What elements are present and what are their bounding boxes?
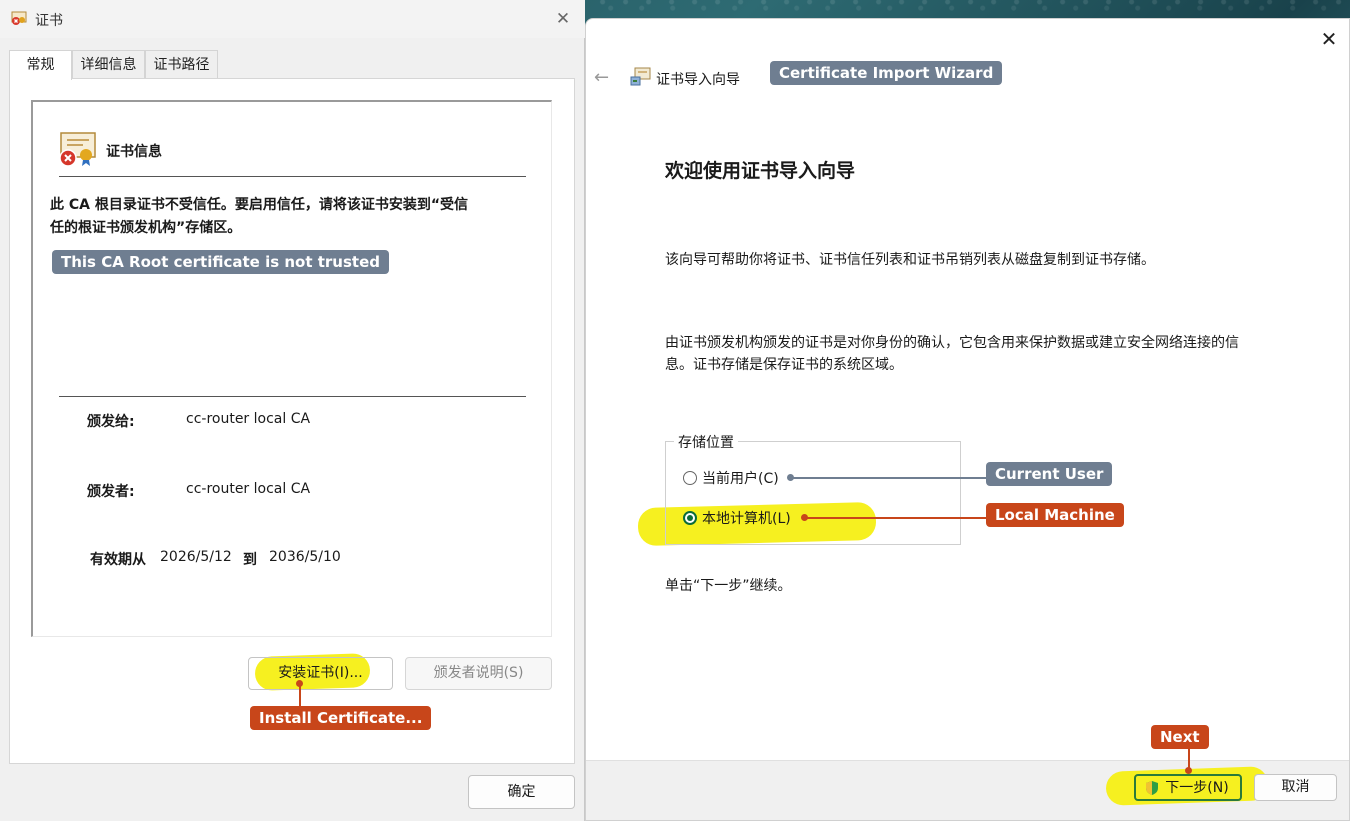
annotation-next: Next bbox=[1151, 725, 1209, 749]
issuer-statement-button[interactable]: 颁发者说明(S) bbox=[405, 657, 552, 690]
certificate-info-title: 证书信息 bbox=[106, 144, 162, 160]
issued-by-label: 颁发者: bbox=[87, 484, 135, 500]
continue-hint: 单击“下一步”继续。 bbox=[665, 578, 792, 594]
wizard-description-2-line-2: 息。证书存储是保存证书的系统区域。 bbox=[665, 357, 903, 373]
certificate-info-icon bbox=[59, 132, 96, 167]
ok-button[interactable]: 确定 bbox=[468, 775, 575, 809]
next-button-label: 下一步(N) bbox=[1165, 780, 1229, 796]
tab-certification-path[interactable]: 证书路径 bbox=[145, 50, 218, 79]
annotation-next-dot bbox=[1185, 767, 1192, 774]
certificate-info-box: 证书信息 此 CA 根目录证书不受信任。要启用信任，请将该证书安装到“受信 任的… bbox=[31, 100, 552, 637]
next-button[interactable]: 下一步(N) bbox=[1134, 774, 1242, 801]
wizard-footer: 下一步(N) 取消 bbox=[586, 760, 1349, 820]
certificate-dialog: 证书 ✕ 常规 详细信息 证书路径 证书信息 此 CA 根目录证书不受信任。要启… bbox=[0, 0, 585, 821]
certificate-warning-icon bbox=[11, 11, 27, 25]
close-icon[interactable]: ✕ bbox=[552, 8, 574, 30]
certificate-titlebar: 证书 ✕ bbox=[0, 0, 585, 38]
trust-warning-text: 此 CA 根目录证书不受信任。要启用信任，请将该证书安装到“受信 任的根证书颁发… bbox=[50, 194, 510, 240]
wizard-certificate-icon bbox=[630, 67, 651, 86]
certificate-window-title: 证书 bbox=[35, 13, 63, 29]
radio-current-user-circle[interactable] bbox=[683, 471, 697, 485]
wizard-description-2: 由证书颁发机构颁发的证书是对你身份的确认，它包含用来保护数据或建立安全网络连接的… bbox=[665, 332, 1295, 376]
radio-local-machine[interactable]: 本地计算机(L) bbox=[683, 508, 791, 528]
annotation-current-user-line bbox=[792, 477, 986, 479]
shield-icon bbox=[1146, 781, 1158, 795]
annotation-install-certificate: Install Certificate... bbox=[250, 706, 432, 730]
tab-details[interactable]: 详细信息 bbox=[72, 50, 145, 79]
store-location-legend: 存储位置 bbox=[674, 432, 738, 452]
valid-from-label: 有效期从 bbox=[90, 552, 146, 568]
trust-warning-line-1: 此 CA 根目录证书不受信任。要启用信任，请将该证书安装到“受信 bbox=[50, 197, 469, 213]
wizard-description-1: 该向导可帮助你将证书、证书信任列表和证书吊销列表从磁盘复制到证书存储。 bbox=[665, 252, 1155, 268]
annotation-local-machine: Local Machine bbox=[986, 503, 1124, 527]
divider-top bbox=[59, 176, 526, 177]
radio-current-user[interactable]: 当前用户(C) bbox=[683, 468, 779, 488]
valid-to-value: 2036/5/10 bbox=[269, 549, 341, 565]
annotation-next-line bbox=[1188, 749, 1190, 769]
radio-current-user-label: 当前用户(C) bbox=[702, 471, 779, 487]
wizard-header-title: 证书导入向导 bbox=[656, 72, 740, 88]
annotation-local-machine-line bbox=[806, 517, 986, 519]
wizard-description-2-line-1: 由证书颁发机构颁发的证书是对你身份的确认，它包含用来保护数据或建立安全网络连接的… bbox=[665, 335, 1239, 351]
cancel-button[interactable]: 取消 bbox=[1254, 774, 1337, 801]
valid-to-label: 到 bbox=[243, 552, 257, 568]
annotation-not-trusted: This CA Root certificate is not trusted bbox=[52, 250, 389, 274]
issued-to-label: 颁发给: bbox=[87, 414, 135, 430]
valid-from-value: 2026/5/12 bbox=[160, 549, 232, 565]
certificate-import-wizard: ✕ ← 证书导入向导 欢迎使用证书导入向导 该向导可帮助你将证书、证书信任列表和… bbox=[585, 18, 1350, 821]
annotation-wizard-label: Certificate Import Wizard bbox=[770, 61, 1003, 85]
back-arrow-icon[interactable]: ← bbox=[594, 67, 609, 88]
radio-local-machine-label: 本地计算机(L) bbox=[702, 511, 791, 527]
issued-by-value: cc-router local CA bbox=[186, 481, 311, 497]
radio-local-machine-circle[interactable] bbox=[683, 511, 697, 525]
store-location-group: 存储位置 当前用户(C) 本地计算机(L) bbox=[665, 432, 961, 545]
trust-warning-line-2: 任的根证书颁发机构”存储区。 bbox=[50, 220, 242, 236]
install-certificate-button[interactable]: 安装证书(I)... bbox=[248, 657, 393, 690]
close-icon[interactable]: ✕ bbox=[1317, 27, 1341, 51]
issued-to-value: cc-router local CA bbox=[186, 411, 311, 427]
wizard-welcome-heading: 欢迎使用证书导入向导 bbox=[665, 160, 856, 182]
annotation-current-user: Current User bbox=[986, 462, 1113, 486]
divider-bottom bbox=[59, 396, 526, 397]
tab-general[interactable]: 常规 bbox=[9, 50, 72, 80]
annotation-install-line bbox=[299, 684, 301, 706]
